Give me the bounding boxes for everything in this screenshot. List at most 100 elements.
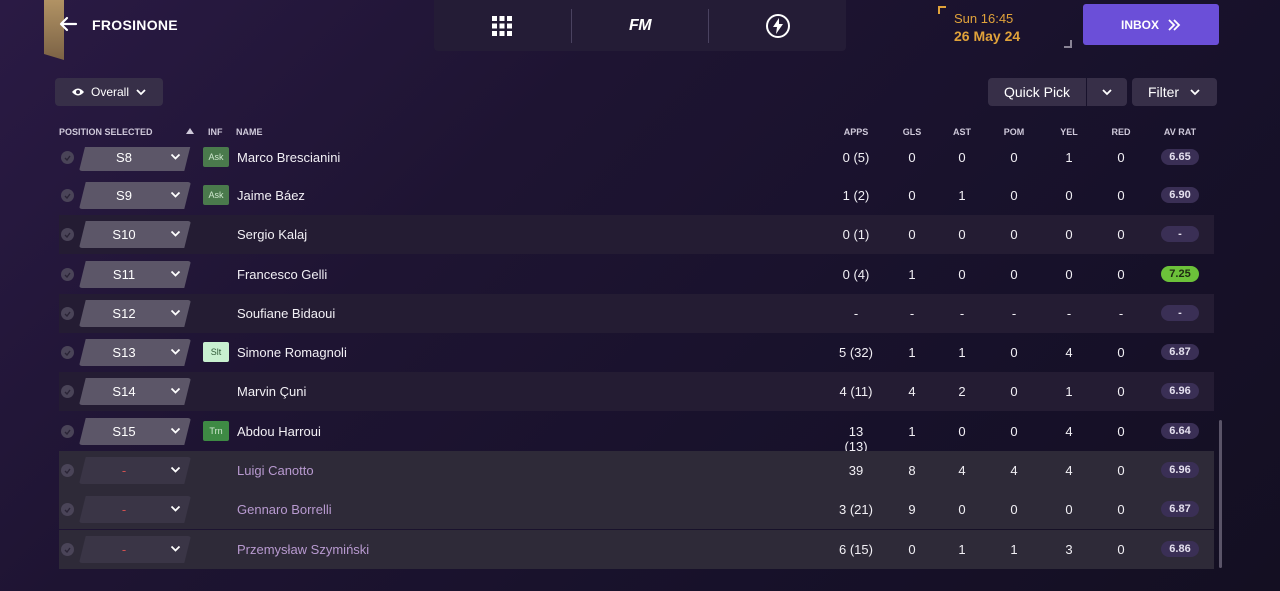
- table-row[interactable]: S9 Ask Jaime Báez 1 (2) 0 1 0 0 0 6.90: [59, 176, 1214, 215]
- position-select[interactable]: S9: [79, 182, 191, 209]
- position-select[interactable]: S10: [79, 221, 191, 248]
- nav-fm-button[interactable]: FM: [572, 0, 709, 51]
- chevron-down-icon: [170, 270, 181, 277]
- stat-red: -: [1118, 306, 1124, 321]
- stat-red: 0: [1117, 502, 1125, 517]
- table-row[interactable]: - Przemysław Szymiński 6 (15) 0 1 1 3 0 6.86: [59, 530, 1214, 569]
- select-check-icon[interactable]: [61, 228, 74, 241]
- table-row[interactable]: S14 Marvin Çuni 4 (11) 4 2 0 1 0 6.96: [59, 372, 1214, 411]
- back-arrow-icon[interactable]: [56, 12, 80, 36]
- quick-pick-dropdown[interactable]: [1087, 78, 1127, 106]
- position-label: -: [121, 463, 127, 478]
- position-select[interactable]: S8: [79, 147, 191, 171]
- col-av-rat[interactable]: AV RAT: [1160, 127, 1200, 137]
- player-name[interactable]: Simone Romagnoli: [237, 345, 347, 360]
- date-display[interactable]: Sun 16:45 26 May 24: [938, 6, 1072, 48]
- table-row[interactable]: S13 Slt Simone Romagnoli 5 (32) 1 1 0 4 0 6.87: [59, 333, 1214, 372]
- select-check-icon[interactable]: [61, 385, 74, 398]
- inf-badge[interactable]: Slt: [203, 342, 229, 362]
- position-select[interactable]: -: [79, 457, 191, 484]
- position-label: S11: [112, 267, 136, 282]
- filter-button[interactable]: Filter: [1132, 78, 1217, 106]
- stat-ast: 0: [958, 424, 966, 439]
- table-row[interactable]: - Gennaro Borrelli 3 (21) 9 0 0 0 0 6.87: [59, 490, 1214, 529]
- player-name[interactable]: Sergio Kalaj: [237, 227, 307, 242]
- select-check-icon[interactable]: [61, 503, 74, 516]
- position-select[interactable]: S11: [79, 261, 191, 288]
- position-select[interactable]: S14: [79, 378, 191, 405]
- player-name[interactable]: Francesco Gelli: [237, 267, 327, 282]
- player-name[interactable]: Marvin Çuni: [237, 384, 306, 399]
- position-label: -: [121, 542, 127, 557]
- date-corner-accent: [1064, 40, 1072, 48]
- position-select[interactable]: S15: [79, 418, 191, 445]
- col-name[interactable]: NAME: [236, 127, 263, 137]
- table-row[interactable]: S10 Sergio Kalaj 0 (1) 0 0 0 0 0 -: [59, 215, 1214, 254]
- table-row[interactable]: S12 Soufiane Bidaoui - - - - - - -: [59, 294, 1214, 333]
- rating-badge: 6.96: [1161, 462, 1199, 478]
- player-name[interactable]: Przemysław Szymiński: [237, 542, 369, 557]
- stat-yel: -: [1066, 306, 1072, 321]
- inf-badge[interactable]: Ask: [203, 147, 229, 167]
- table-row[interactable]: - Luigi Canotto 39 8 4 4 4 0 6.96: [59, 451, 1214, 490]
- nav-grid-button[interactable]: [434, 0, 571, 51]
- position-select[interactable]: S13: [79, 339, 191, 366]
- player-name[interactable]: Soufiane Bidaoui: [237, 306, 335, 321]
- col-ast[interactable]: AST: [942, 127, 982, 137]
- position-select[interactable]: -: [79, 496, 191, 523]
- inbox-button[interactable]: INBOX: [1083, 4, 1219, 45]
- rating-badge: 6.86: [1161, 541, 1199, 557]
- table-scrollbar[interactable]: [1219, 420, 1222, 568]
- col-red[interactable]: RED: [1101, 127, 1141, 137]
- player-name[interactable]: Jaime Báez: [237, 188, 305, 203]
- inf-badge[interactable]: Trn: [203, 421, 229, 441]
- stat-apps: 4 (11): [839, 384, 873, 399]
- player-name[interactable]: Marco Brescianini: [237, 150, 340, 165]
- select-check-icon[interactable]: [61, 189, 74, 202]
- stat-pom: 0: [1010, 267, 1018, 282]
- eye-icon: [71, 88, 84, 96]
- col-inf[interactable]: INF: [208, 127, 223, 137]
- view-selector-button[interactable]: Overall: [55, 78, 163, 106]
- position-label: S8: [116, 150, 132, 165]
- col-position[interactable]: POSITION SELECTED: [59, 127, 153, 137]
- stat-pom: 4: [1010, 463, 1018, 478]
- player-name[interactable]: Luigi Canotto: [237, 463, 314, 478]
- position-label: S12: [112, 306, 136, 321]
- club-name[interactable]: FROSINONE: [92, 17, 178, 33]
- stat-red: 0: [1117, 424, 1125, 439]
- stat-yel: 4: [1065, 424, 1073, 439]
- stat-yel: 4: [1065, 345, 1073, 360]
- inf-badge[interactable]: Ask: [203, 185, 229, 205]
- stat-red: 0: [1117, 542, 1125, 557]
- date-time: Sun 16:45: [954, 11, 1014, 26]
- select-check-icon[interactable]: [61, 543, 74, 556]
- nav-lightning-button[interactable]: [709, 0, 846, 51]
- table-row[interactable]: S15 Trn Abdou Harroui 13 (13) 1 0 0 4 0 6.64: [59, 412, 1214, 454]
- stat-yel: 0: [1065, 502, 1073, 517]
- quick-pick-button[interactable]: Quick Pick: [988, 78, 1086, 106]
- col-apps[interactable]: APPS: [836, 127, 876, 137]
- select-check-icon[interactable]: [61, 346, 74, 359]
- select-check-icon[interactable]: [61, 464, 74, 477]
- col-pom[interactable]: POM: [994, 127, 1034, 137]
- stat-gls: 1: [908, 424, 916, 439]
- position-select[interactable]: S12: [79, 300, 191, 327]
- stat-pom: 0: [1010, 424, 1018, 439]
- col-gls[interactable]: GLS: [892, 127, 932, 137]
- stat-gls: -: [909, 306, 915, 321]
- select-check-icon[interactable]: [61, 307, 74, 320]
- position-label: S9: [116, 188, 132, 203]
- select-check-icon[interactable]: [61, 268, 74, 281]
- stat-yel: 1: [1065, 384, 1073, 399]
- table-row[interactable]: S11 Francesco Gelli 0 (4) 1 0 0 0 0 7.25: [59, 255, 1214, 294]
- player-name[interactable]: Abdou Harroui: [237, 424, 321, 439]
- position-select[interactable]: -: [79, 536, 191, 563]
- table-row[interactable]: S8 Ask Marco Brescianini 0 (5) 0 0 0 1 0 6.65: [59, 147, 1214, 177]
- col-yel[interactable]: YEL: [1049, 127, 1089, 137]
- player-name[interactable]: Gennaro Borrelli: [237, 502, 332, 517]
- sort-up-icon[interactable]: [186, 126, 194, 136]
- select-check-icon[interactable]: [61, 151, 74, 164]
- select-check-icon[interactable]: [61, 425, 74, 438]
- position-label: -: [121, 502, 127, 517]
